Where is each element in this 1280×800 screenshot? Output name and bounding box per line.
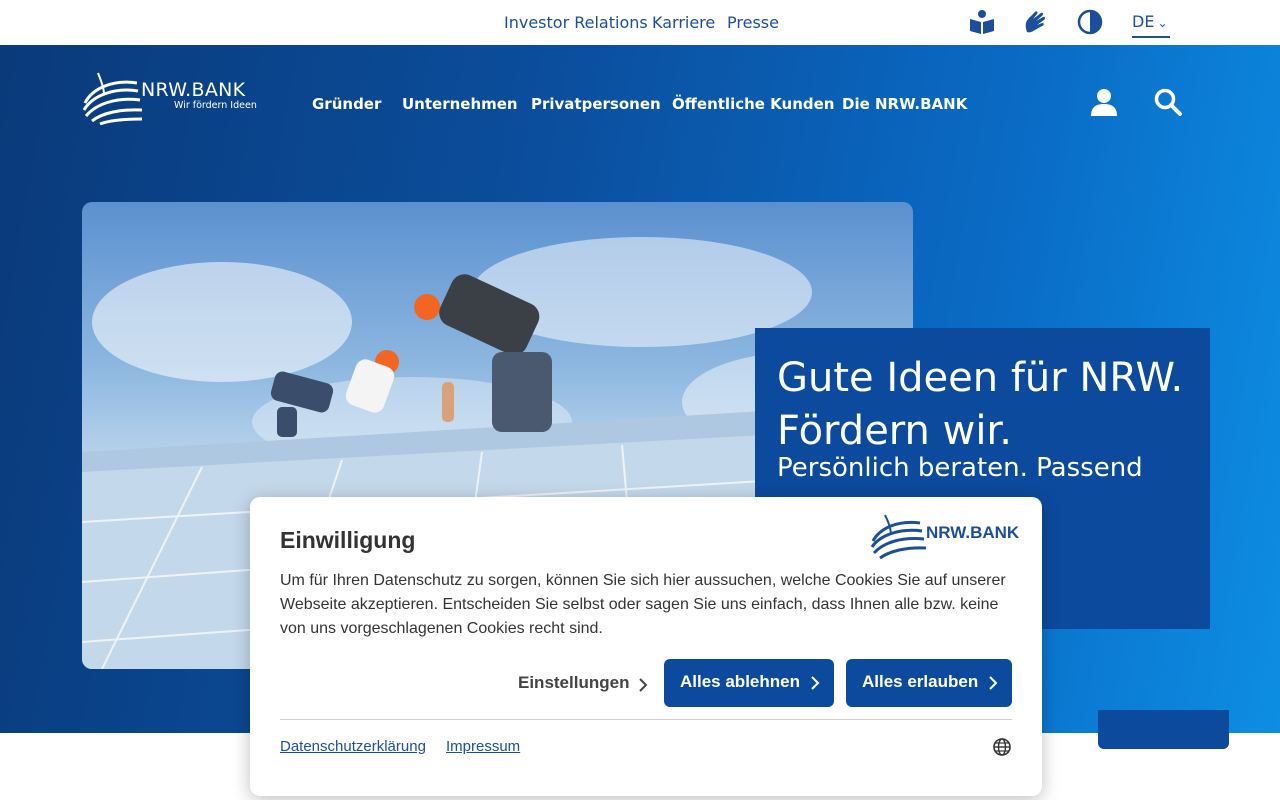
- consent-title: Einwilligung: [280, 527, 416, 553]
- imprint-link[interactable]: Impressum: [446, 738, 520, 755]
- hero-button-partial[interactable]: [1098, 710, 1229, 749]
- nav-item-private-persons[interactable]: Privatpersonen: [531, 95, 661, 113]
- consent-dialog: Einwilligung NRW.BANK Um für Ihren Daten…: [250, 497, 1042, 796]
- accept-all-button[interactable]: Alles erlauben: [846, 659, 1012, 707]
- hero-subline: Persönlich beraten. Passend: [777, 453, 1143, 483]
- language-label: DE: [1132, 12, 1155, 31]
- contrast-icon[interactable]: [1076, 8, 1104, 36]
- chevron-down-icon: ⌄: [1157, 16, 1168, 30]
- reject-all-label: Alles ablehnen: [680, 672, 800, 691]
- privacy-policy-link[interactable]: Datenschutzerklärung: [280, 738, 426, 755]
- settings-button-label: Einstellungen: [518, 673, 630, 692]
- utility-bar: Investor Relations Karriere Presse DE ⌄: [0, 0, 1280, 45]
- language-selector[interactable]: DE ⌄: [1132, 12, 1170, 38]
- hero-headline: Gute Ideen für NRW. Fördern wir.: [777, 355, 1184, 454]
- investor-relations-link[interactable]: Investor Relations: [504, 13, 648, 32]
- careers-link[interactable]: Karriere: [652, 13, 715, 32]
- chevron-right-icon: [989, 676, 998, 690]
- logo-name: NRW.BANK: [141, 79, 246, 101]
- search-icon[interactable]: [1153, 87, 1183, 117]
- globe-icon[interactable]: [992, 737, 1012, 757]
- consent-divider: [280, 719, 1012, 720]
- press-link[interactable]: Presse: [727, 13, 779, 32]
- accept-all-label: Alles erlauben: [862, 672, 979, 691]
- nav-item-founders[interactable]: Gründer: [312, 95, 381, 113]
- nav-item-companies[interactable]: Unternehmen: [402, 95, 518, 113]
- nav-item-about-bank[interactable]: Die NRW.BANK: [842, 95, 967, 113]
- logo-claim: Wir fördern Ideen: [174, 100, 257, 111]
- sign-language-icon[interactable]: [1021, 8, 1049, 36]
- chevron-right-icon: [639, 678, 648, 692]
- user-icon[interactable]: [1089, 87, 1119, 117]
- settings-button[interactable]: Einstellungen: [518, 673, 648, 693]
- chevron-right-icon: [811, 676, 820, 690]
- easy-language-icon[interactable]: [968, 8, 996, 36]
- consent-text: Um für Ihren Datenschutz zu sorgen, könn…: [280, 572, 1006, 637]
- consent-logo-name: NRW.BANK: [926, 523, 1020, 542]
- nav-item-public-clients[interactable]: Öffentliche Kunden: [672, 95, 834, 113]
- reject-all-button[interactable]: Alles ablehnen: [664, 659, 834, 707]
